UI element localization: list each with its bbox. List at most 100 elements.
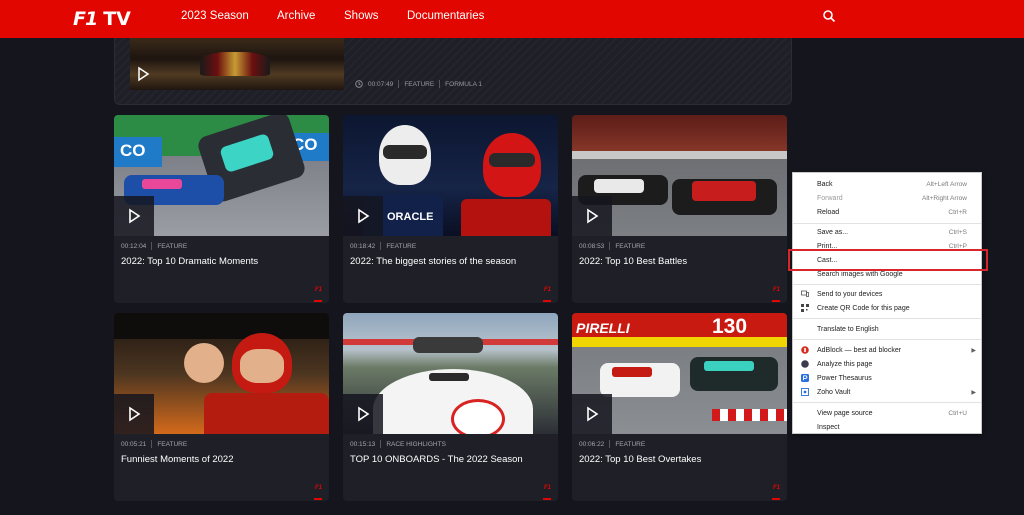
nav-2023-season[interactable]: 2023 Season [181,10,249,22]
f1-brand-mark: F1 [772,485,780,491]
thumb-sponsor-text: PIRELLI [576,320,630,336]
divider [609,242,611,250]
play-icon [358,208,370,224]
f1-brand-mark: F1 [314,485,322,491]
f1-brand-mark: F1 [772,287,780,293]
menu-analyze-page[interactable]: Analyze this page [793,357,981,371]
thumb-sponsor-text: CO [120,141,146,160]
play-button[interactable] [343,394,383,434]
thumb-sponsor-text: ORACLE [387,211,434,223]
search-icon[interactable] [822,9,836,23]
menu-item-label: Save as... [817,228,849,236]
top-nav-bar: F1 TV 2023 Season Archive Shows Document… [0,0,1024,38]
card-meta: 00:08:53 FEATURE [579,242,645,250]
menu-translate[interactable]: Translate to English [793,322,981,336]
nav-shows[interactable]: Shows [344,10,379,22]
menu-item-shortcut: Ctrl+P [948,242,967,250]
play-button[interactable] [343,196,383,236]
menu-send-to-devices[interactable]: Send to your devices [793,287,981,301]
menu-print[interactable]: Print... Ctrl+P [793,239,981,253]
brand-underline [314,498,322,500]
menu-item-label: Power Thesaurus [817,374,872,382]
video-card[interactable]: 00:15:13 RACE HIGHLIGHTS TOP 10 ONBOARDS… [343,313,558,501]
video-card[interactable]: ORACLE 00:18:42 FEATURE 2022: The bigges… [343,115,558,303]
menu-back[interactable]: Back Alt+Left Arrow [793,177,981,191]
menu-separator [793,339,981,340]
video-title[interactable]: TOP 10 ONBOARDS - The 2022 Season [350,454,523,465]
menu-item-label: Cast... [817,256,838,264]
menu-reload[interactable]: Reload Ctrl+R [793,205,981,219]
play-icon[interactable] [135,66,151,82]
menu-item-label: Reload [817,208,840,216]
menu-separator [793,402,981,403]
f1-tv-logo[interactable]: F1 TV [73,8,131,30]
nav-documentaries[interactable]: Documentaries [407,10,484,22]
menu-cast[interactable]: Cast... [793,253,981,267]
video-title[interactable]: 2022: The biggest stories of the season [350,256,516,267]
menu-item-label: Analyze this page [817,360,873,368]
menu-create-qr-code[interactable]: Create QR Code for this page [793,301,981,315]
menu-save-as[interactable]: Save as... Ctrl+S [793,225,981,239]
menu-item-label: AdBlock — best ad blocker [817,346,902,354]
f1-brand-mark: F1 [543,485,551,491]
menu-separator [793,318,981,319]
adblock-icon [801,346,809,354]
video-tag: FEATURE [615,440,646,448]
video-title[interactable]: Funniest Moments of 2022 [121,454,233,465]
play-icon [587,406,599,422]
video-duration: 00:15:13 [350,440,376,448]
menu-item-shortcut: Ctrl+S [948,228,967,236]
brand-underline [543,498,551,500]
video-card[interactable]: PIRELLI 130 00:06:22 FEATURE 2022: Top 1… [572,313,787,501]
menu-item-shortcut: Ctrl+R [948,208,967,216]
play-button[interactable] [572,394,612,434]
menu-item-label: Zoho Vault [817,388,851,396]
play-icon [129,406,141,422]
video-card[interactable]: CO CO 00:12:04 FEATURE 2022: Top 10 Dram… [114,115,329,303]
divider [439,80,441,88]
menu-search-images-google[interactable]: Search images with Google [793,267,981,281]
brand-underline [543,300,551,302]
video-duration: 00:08:53 [579,242,605,250]
brand-underline [314,300,322,302]
card-meta: 00:12:04 FEATURE [121,242,187,250]
video-title[interactable]: 2022: Top 10 Dramatic Moments [121,256,258,267]
video-tag: FEATURE [386,242,417,250]
menu-item-label: Back [817,180,833,188]
submenu-arrow-icon: ▶ [971,389,976,396]
menu-forward[interactable]: Forward Alt+Right Arrow [793,191,981,205]
video-card[interactable]: 00:08:53 FEATURE 2022: Top 10 Best Battl… [572,115,787,303]
analyze-icon [801,360,809,368]
f1-brand-mark: F1 [543,287,551,293]
featured-thumbnail[interactable] [130,38,344,90]
featured-car-image [200,52,270,76]
divider [380,242,382,250]
menu-adblock[interactable]: AdBlock — best ad blocker ▶ [793,343,981,357]
card-meta: 00:05:21 FEATURE [121,440,187,448]
video-title[interactable]: 2022: Top 10 Best Overtakes [579,454,701,465]
play-button[interactable] [572,196,612,236]
video-duration: 00:05:21 [121,440,147,448]
play-button[interactable] [114,196,154,236]
menu-separator [793,284,981,285]
menu-item-shortcut: Ctrl+U [948,409,967,417]
menu-item-label: Search images with Google [817,270,903,278]
divider [151,440,153,448]
menu-view-page-source[interactable]: View page source Ctrl+U [793,406,981,420]
menu-zoho-vault[interactable]: Zoho Vault ▶ [793,385,981,399]
video-title[interactable]: 2022: Top 10 Best Battles [579,256,687,267]
menu-inspect[interactable]: Inspect [793,420,981,434]
clock-icon [355,80,363,88]
divider [151,242,153,250]
qr-code-icon [801,304,809,312]
video-card[interactable]: 00:05:21 FEATURE Funniest Moments of 202… [114,313,329,501]
device-icon [801,290,809,297]
nav-archive[interactable]: Archive [277,10,315,22]
play-button[interactable] [114,394,154,434]
menu-item-label: Print... [817,242,838,250]
featured-tag: FEATURE [404,80,435,88]
menu-power-thesaurus[interactable]: Power Thesaurus [793,371,981,385]
f1-brand-mark: F1 [314,287,322,293]
play-icon [358,406,370,422]
divider [380,440,382,448]
